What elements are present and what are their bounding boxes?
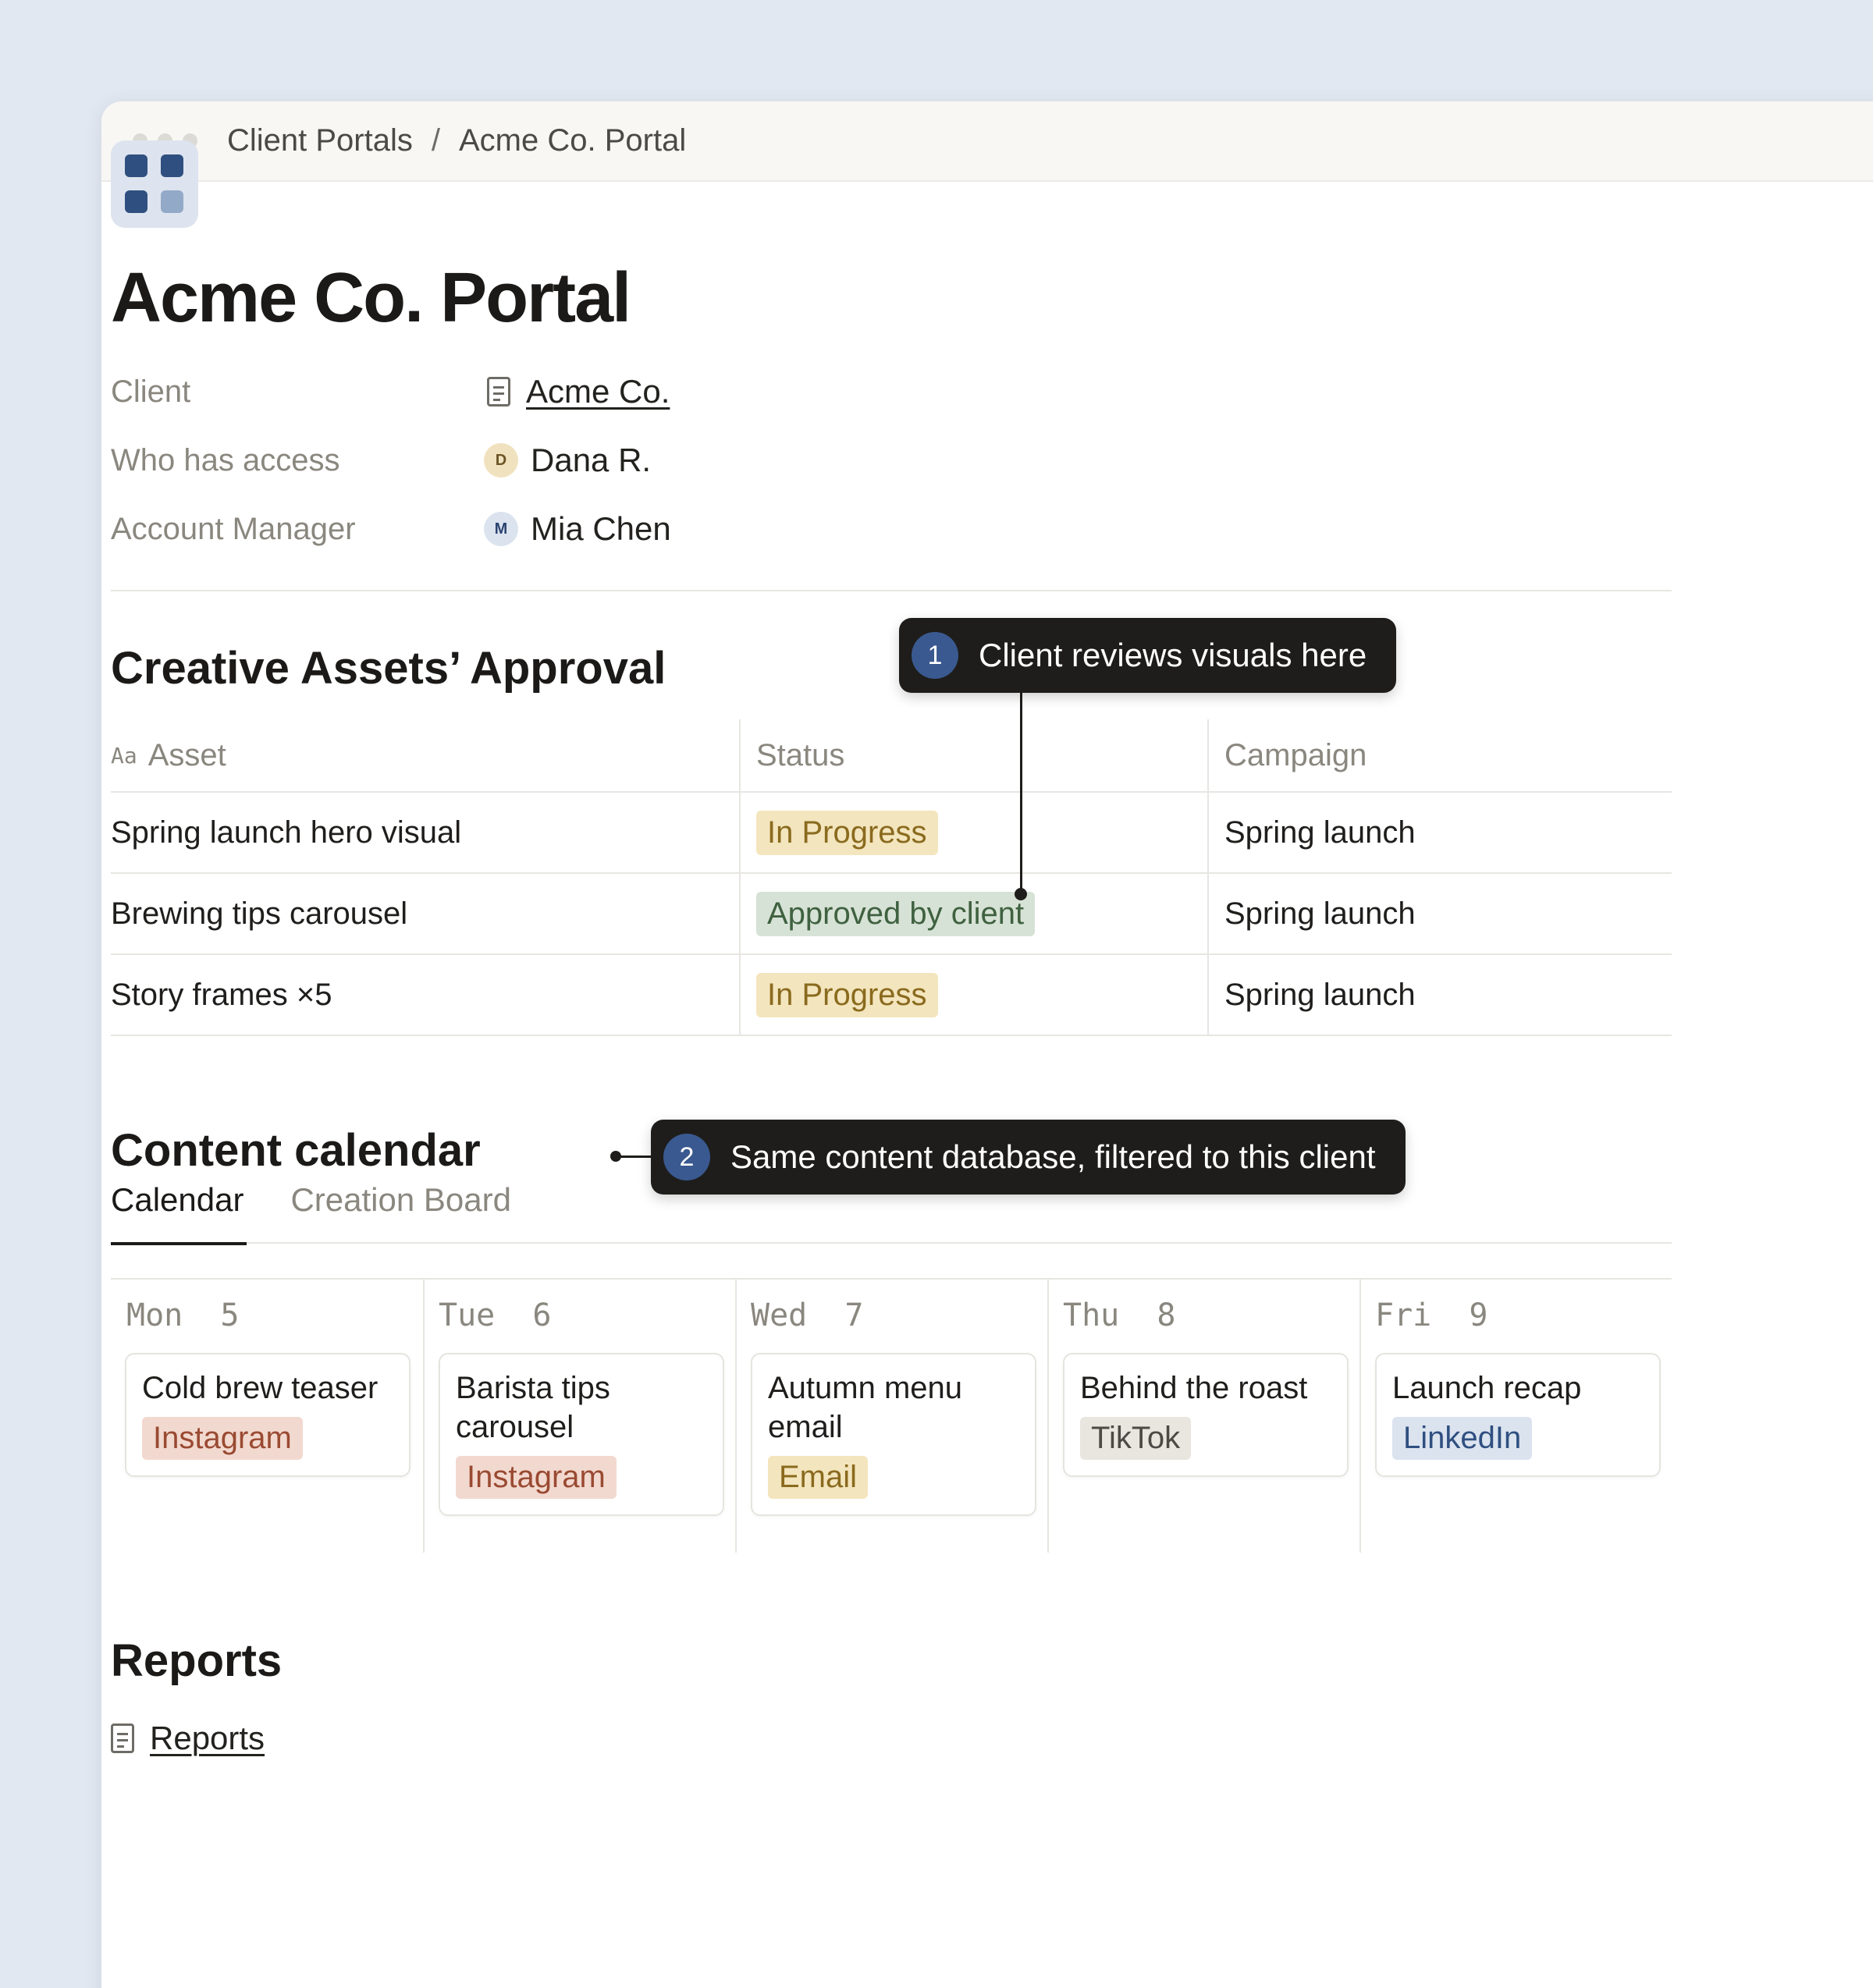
- day-label: Wed 7: [751, 1298, 864, 1333]
- calendar-section: Content calendar 2 Same content database…: [111, 1120, 1672, 1553]
- page-title[interactable]: Acme Co. Portal: [111, 259, 1672, 337]
- callout-1-leader: [1020, 690, 1022, 893]
- property-client: Client Acme Co.: [111, 357, 1672, 426]
- channel-tag: Instagram: [456, 1456, 617, 1499]
- client-link[interactable]: Acme Co.: [484, 373, 670, 410]
- campaign-cell[interactable]: Spring launch: [1207, 793, 1672, 872]
- callout-text: Same content database, filtered to this …: [730, 1138, 1376, 1175]
- reports-section: Reports Reports: [111, 1634, 1672, 1757]
- page-content: Acme Co. Portal Client Acme Co. Who has …: [111, 140, 1672, 1757]
- day-label: Mon 5: [126, 1298, 240, 1333]
- calendar-title: Content calendar: [111, 1125, 481, 1176]
- status-badge: Approved by client: [756, 891, 1036, 936]
- card-title: Cold brew teaser: [142, 1371, 379, 1405]
- calendar-day: Tue 6 Barista tips carousel Instagram: [423, 1280, 735, 1553]
- calendar-day: Thu 8 Behind the roast TikTok: [1047, 1280, 1359, 1553]
- text-type-icon: Aa: [111, 742, 137, 769]
- table-row[interactable]: Spring launch hero visual In Progress Sp…: [111, 793, 1672, 874]
- calendar-day: Fri 9 Launch recap LinkedIn: [1359, 1280, 1672, 1553]
- channel-tag: Instagram: [142, 1417, 303, 1460]
- channel-tag: LinkedIn: [1392, 1417, 1533, 1460]
- calendar-week: Mon 5 Cold brew teaser Instagram Tue 6 B…: [111, 1278, 1672, 1553]
- calendar-card[interactable]: Launch recap LinkedIn: [1375, 1353, 1661, 1477]
- avatar: D: [484, 443, 518, 477]
- calendar-card[interactable]: Cold brew teaser Instagram: [125, 1353, 410, 1477]
- day-label: Fri 9: [1375, 1298, 1488, 1333]
- callout-2: 2 Same content database, filtered to thi…: [651, 1120, 1406, 1195]
- status-cell[interactable]: Approved by client: [739, 874, 1207, 953]
- tab-creation-board[interactable]: Creation Board: [290, 1181, 511, 1244]
- reports-link[interactable]: Reports: [111, 1720, 1672, 1757]
- property-manager: Account Manager M Mia Chen: [111, 495, 1672, 563]
- calendar-day: Wed 7 Autumn menu email Email: [735, 1280, 1047, 1553]
- status-cell[interactable]: In Progress: [739, 793, 1207, 872]
- callout-number: 1: [912, 632, 958, 679]
- calendar-card[interactable]: Autumn menu email Email: [751, 1353, 1036, 1516]
- page-document-icon: [487, 377, 510, 406]
- card-title: Barista tips carousel: [456, 1371, 610, 1444]
- asset-cell[interactable]: Story frames ×5: [111, 955, 739, 1035]
- status-badge: In Progress: [756, 810, 938, 855]
- calendar-card[interactable]: Barista tips carousel Instagram: [439, 1353, 724, 1516]
- access-person[interactable]: D Dana R.: [484, 442, 651, 479]
- card-title: Behind the roast: [1080, 1371, 1308, 1405]
- property-label: Account Manager: [111, 511, 356, 546]
- property-label: Who has access: [111, 442, 340, 477]
- asset-cell[interactable]: Brewing tips carousel: [111, 874, 739, 953]
- approval-table: Aa Asset Status Campaign Spring launch h…: [111, 719, 1672, 1036]
- column-label: Asset: [147, 737, 226, 772]
- column-label: Status: [756, 737, 845, 772]
- reports-title: Reports: [111, 1635, 283, 1686]
- reports-link-label[interactable]: Reports: [150, 1720, 265, 1757]
- person-name: Dana R.: [531, 442, 652, 478]
- divider: [111, 590, 1672, 591]
- column-campaign[interactable]: Campaign: [1207, 719, 1672, 791]
- channel-tag: TikTok: [1080, 1417, 1192, 1460]
- table-header: Aa Asset Status Campaign: [111, 719, 1672, 793]
- status-cell[interactable]: In Progress: [739, 955, 1207, 1035]
- tab-calendar[interactable]: Calendar: [111, 1181, 247, 1245]
- approval-title: Creative Assets’ Approval: [111, 643, 666, 694]
- approval-section: Creative Assets’ Approval 1 Client revie…: [111, 618, 1672, 1036]
- day-label: Thu 8: [1063, 1298, 1176, 1333]
- card-title: Autumn menu email: [768, 1371, 963, 1444]
- channel-tag: Email: [768, 1456, 869, 1499]
- portal-grid-icon[interactable]: [111, 140, 198, 228]
- properties: Client Acme Co. Who has access D Dana R.…: [111, 357, 1672, 563]
- column-label: Campaign: [1224, 737, 1367, 772]
- callout-1-anchor: [1015, 888, 1027, 900]
- card-title: Launch recap: [1392, 1371, 1582, 1405]
- property-label: Client: [111, 374, 191, 409]
- asset-cell[interactable]: Spring launch hero visual: [111, 793, 739, 872]
- column-status[interactable]: Status: [739, 719, 1207, 791]
- campaign-cell[interactable]: Spring launch: [1207, 955, 1672, 1035]
- campaign-cell[interactable]: Spring launch: [1207, 874, 1672, 953]
- day-label: Tue 6: [439, 1298, 552, 1333]
- status-badge: In Progress: [756, 972, 938, 1017]
- avatar: M: [484, 512, 518, 546]
- callout-number: 2: [663, 1134, 710, 1180]
- calendar-card[interactable]: Behind the roast TikTok: [1063, 1353, 1349, 1477]
- client-link-label[interactable]: Acme Co.: [526, 373, 670, 410]
- callout-1: 1 Client reviews visuals here: [899, 618, 1397, 693]
- table-row[interactable]: Brewing tips carousel Approved by client…: [111, 874, 1672, 955]
- manager-person[interactable]: M Mia Chen: [484, 510, 671, 548]
- page-document-icon: [111, 1724, 134, 1753]
- calendar-day: Mon 5 Cold brew teaser Instagram: [111, 1280, 423, 1553]
- person-name: Mia Chen: [531, 510, 671, 547]
- column-asset[interactable]: Aa Asset: [111, 719, 739, 791]
- callout-text: Client reviews visuals here: [979, 637, 1367, 673]
- table-row[interactable]: Story frames ×5 In Progress Spring launc…: [111, 955, 1672, 1036]
- property-access: Who has access D Dana R.: [111, 426, 1672, 495]
